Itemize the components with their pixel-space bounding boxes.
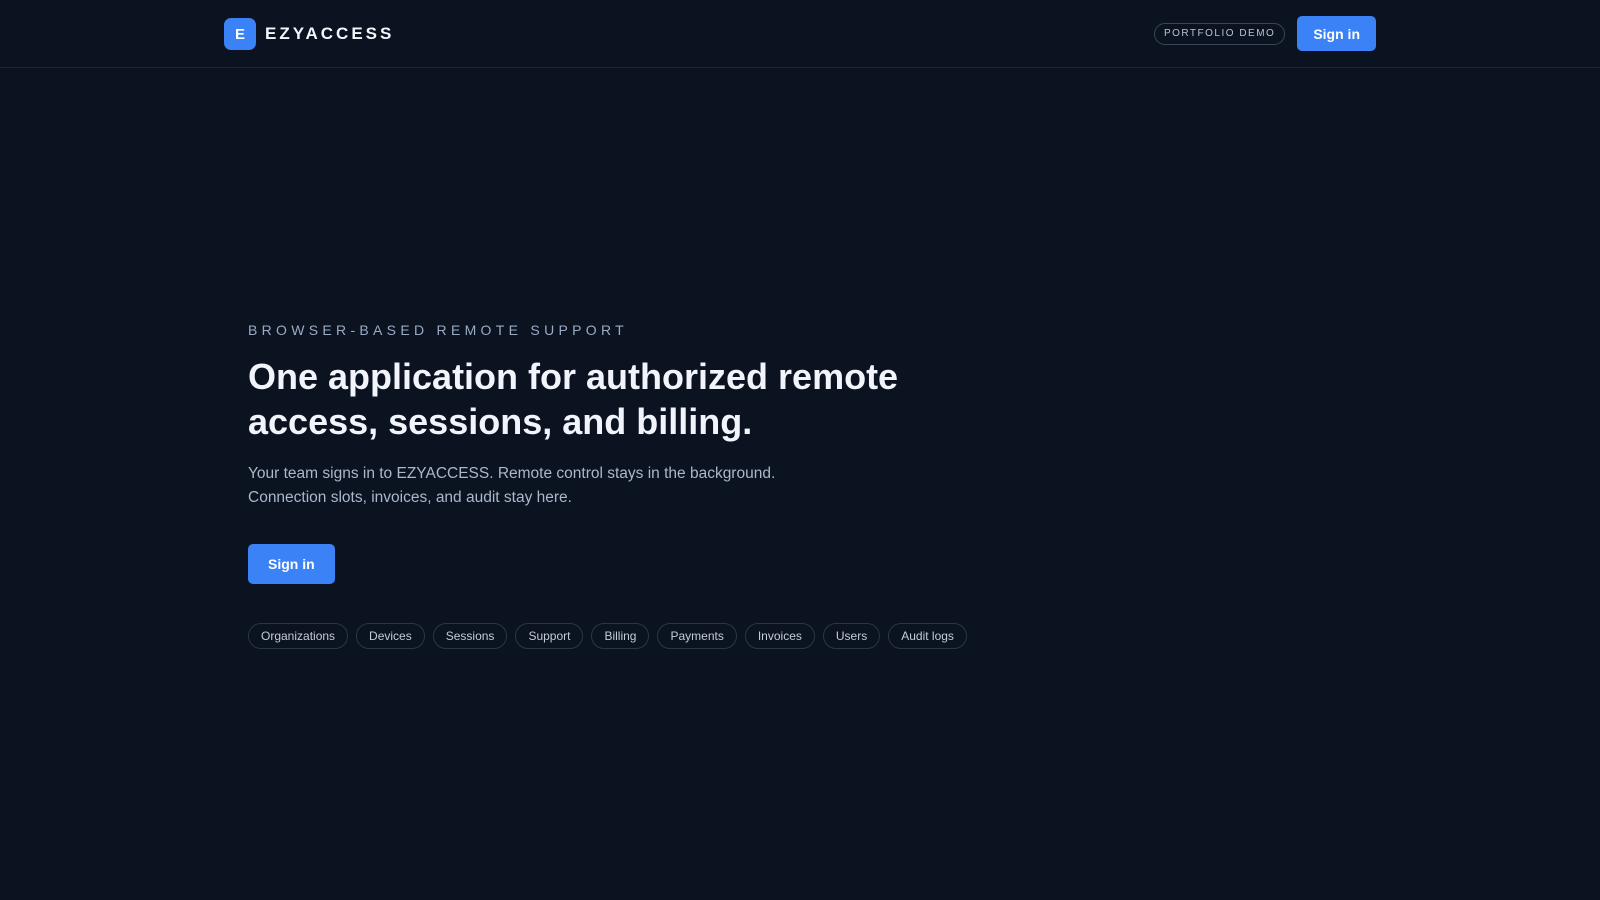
chip-users[interactable]: Users [822, 623, 881, 649]
chip-billing[interactable]: Billing [591, 623, 650, 649]
chip-support[interactable]: Support [515, 623, 584, 649]
chip-audit-logs[interactable]: Audit logs [888, 623, 967, 649]
hero-section: BROWSER-BASED REMOTE SUPPORT One applica… [248, 322, 1048, 649]
brand-name: EZYACCESS [265, 24, 395, 43]
feature-chip-list: Organizations Devices Sessions Support B… [248, 623, 1048, 649]
hero-headline-line-2: access, sessions, and billing. [248, 401, 753, 442]
brand-logo-icon: E [224, 18, 256, 50]
portfolio-demo-badge: PORTFOLIO DEMO [1153, 22, 1286, 45]
header-sign-in-button[interactable]: Sign in [1297, 16, 1376, 51]
chip-organizations[interactable]: Organizations [248, 623, 349, 649]
header-actions: PORTFOLIO DEMO Sign in [1153, 16, 1376, 51]
hero-sign-in-button[interactable]: Sign in [248, 544, 335, 584]
hero-description: Your team signs in to EZYACCESS. Remote … [248, 462, 848, 510]
chip-invoices[interactable]: Invoices [744, 623, 815, 649]
hero-description-line-2: Connection slots, invoices, and audit st… [248, 489, 572, 506]
hero-headline-line-1: One application for authorized remote [248, 356, 899, 397]
hero-eyebrow: BROWSER-BASED REMOTE SUPPORT [248, 322, 628, 338]
brand-logo-link[interactable]: E EZYACCESS [224, 18, 394, 50]
hero-headline: One application for authorized remote ac… [248, 354, 968, 444]
chip-payments[interactable]: Payments [657, 623, 737, 649]
chip-sessions[interactable]: Sessions [432, 623, 508, 649]
chip-devices[interactable]: Devices [356, 623, 425, 649]
top-navigation-bar: E EZYACCESS PORTFOLIO DEMO Sign in [0, 0, 1600, 68]
hero-description-line-1: Your team signs in to EZYACCESS. Remote … [248, 465, 776, 482]
